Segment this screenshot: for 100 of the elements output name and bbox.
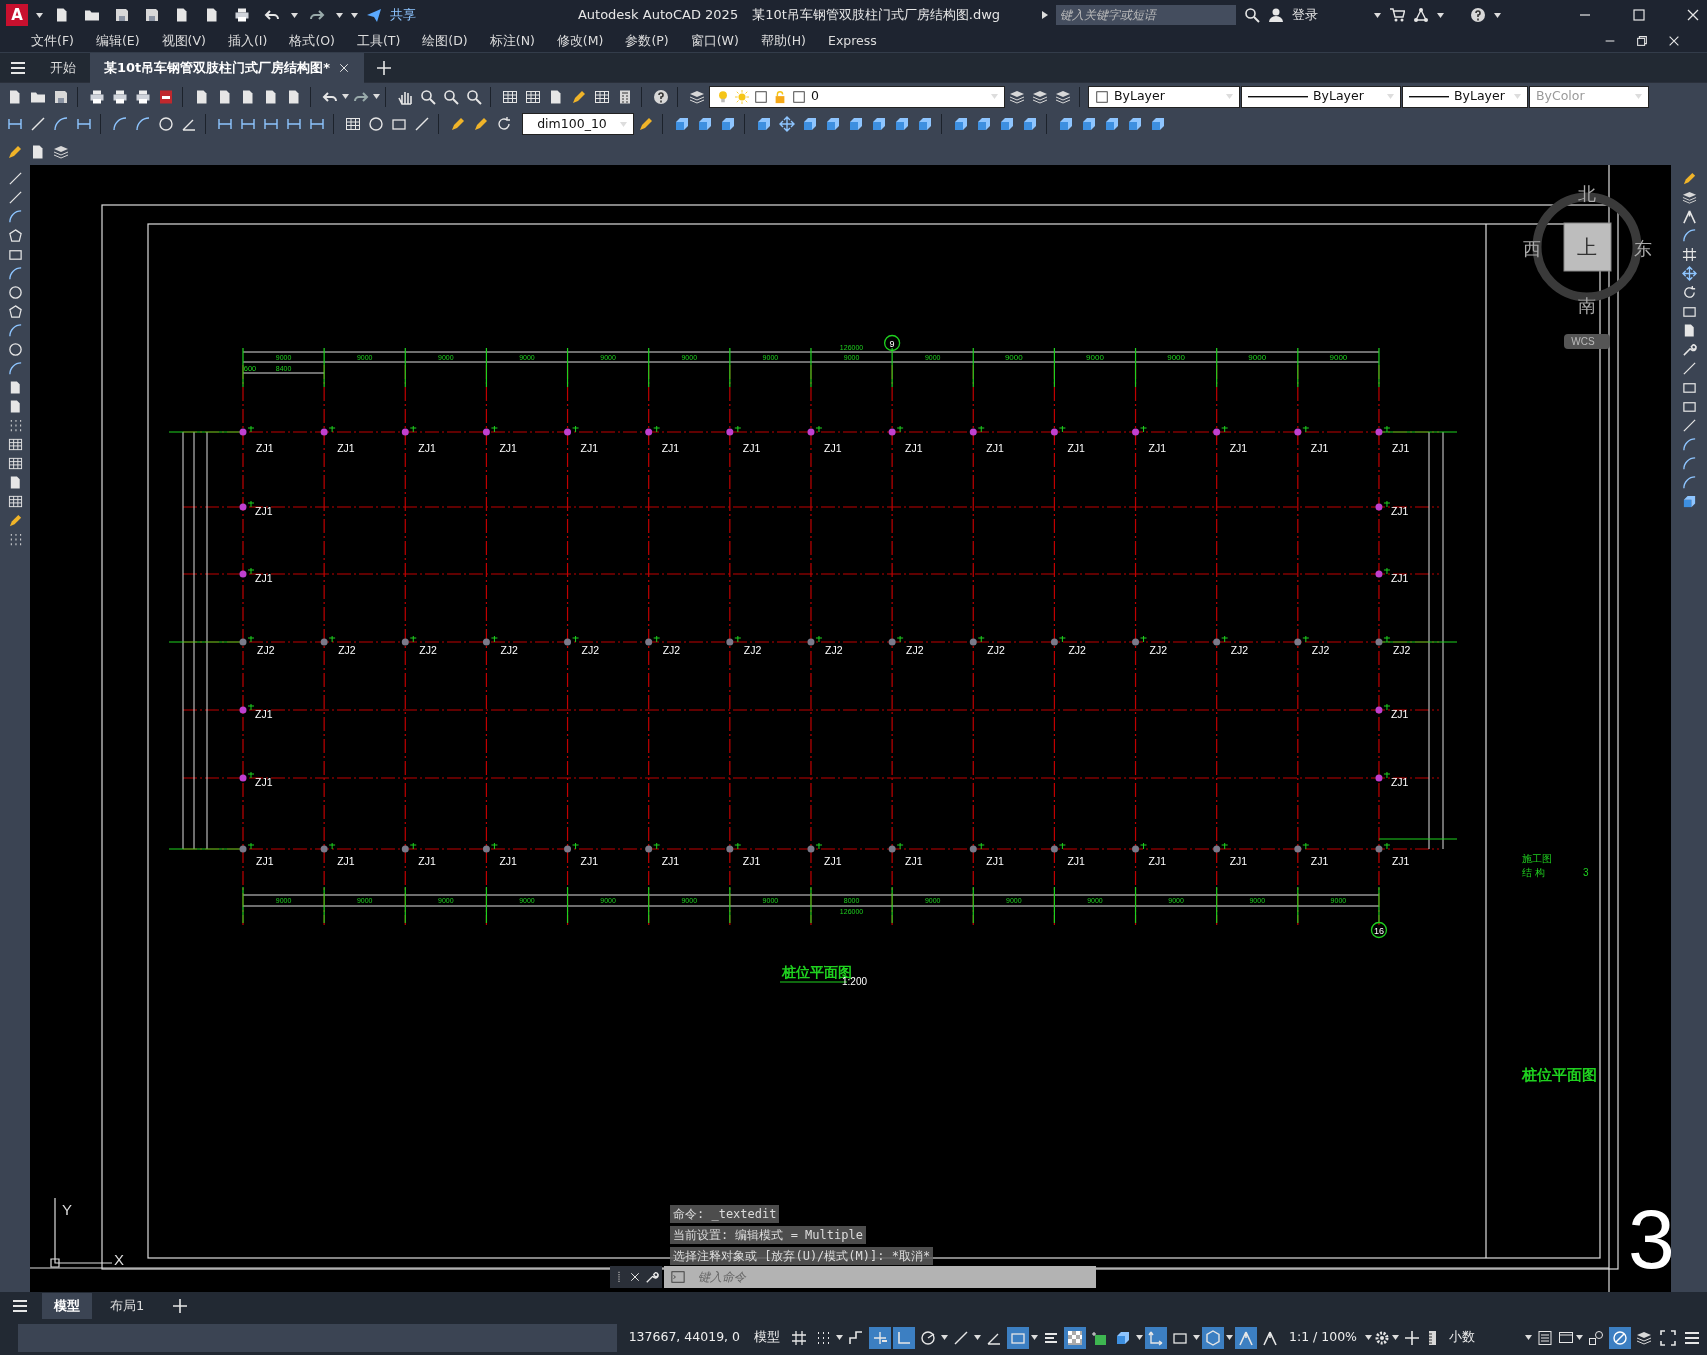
- caret-icon[interactable]: [941, 1335, 948, 1340]
- caret-icon[interactable]: [1525, 1335, 1532, 1340]
- wrench-icon[interactable]: [1681, 342, 1697, 357]
- rotate-icon[interactable]: [1681, 285, 1697, 300]
- pencil-icon[interactable]: [7, 513, 23, 528]
- menu-item[interactable]: 视图(V): [150, 31, 217, 51]
- dimension-icon[interactable]: [286, 116, 302, 132]
- document-tab[interactable]: 开始: [36, 52, 90, 83]
- gear-icon[interactable]: [1374, 1329, 1390, 1346]
- units-dropdown[interactable]: 小数: [1443, 1328, 1523, 1347]
- compass-label[interactable]: 南: [1578, 296, 1596, 316]
- polygon-icon[interactable]: [7, 304, 23, 319]
- arc-icon[interactable]: [7, 361, 23, 376]
- search-field[interactable]: 键入关键字或短语: [1056, 5, 1236, 25]
- cube-icon[interactable]: [953, 116, 969, 132]
- plus-icon[interactable]: [1404, 1329, 1420, 1346]
- rotate-icon[interactable]: [496, 116, 512, 132]
- arc-icon[interactable]: [7, 266, 23, 281]
- plus-icon[interactable]: [172, 1298, 189, 1314]
- polygon-icon[interactable]: [7, 228, 23, 243]
- document-icon[interactable]: [548, 88, 564, 105]
- document-icon[interactable]: [217, 88, 233, 105]
- cube-icon[interactable]: [1127, 116, 1143, 132]
- close-icon[interactable]: [338, 61, 351, 74]
- grid-icon[interactable]: [1681, 247, 1697, 262]
- menu-item[interactable]: 窗口(W): [679, 31, 750, 51]
- rectangle-icon[interactable]: [1007, 1326, 1029, 1349]
- layout-tab[interactable]: 布局1: [98, 1293, 157, 1319]
- document-icon[interactable]: [240, 88, 256, 105]
- axes-icon[interactable]: [1145, 1326, 1167, 1349]
- document-icon[interactable]: [194, 88, 210, 105]
- search-icon[interactable]: [1244, 7, 1260, 23]
- document-icon[interactable]: [174, 7, 190, 23]
- dimension-icon[interactable]: [76, 116, 92, 132]
- help-icon[interactable]: [1470, 7, 1486, 23]
- cube-icon[interactable]: [1022, 116, 1038, 132]
- menu-item[interactable]: Express: [817, 31, 888, 51]
- cube-icon[interactable]: [871, 116, 887, 132]
- menu-item[interactable]: 文件(F): [20, 31, 85, 51]
- line-icon[interactable]: [1681, 418, 1697, 433]
- compass-label[interactable]: 北: [1578, 184, 1596, 204]
- caret-icon[interactable]: [1494, 12, 1501, 18]
- pdf-file-icon[interactable]: [158, 88, 174, 105]
- circle-icon[interactable]: [7, 285, 23, 300]
- cube-icon[interactable]: [1058, 116, 1074, 132]
- cube-icon[interactable]: [756, 116, 772, 132]
- rectangle-icon[interactable]: [1681, 304, 1697, 319]
- linetype-dropdown[interactable]: ByLayer: [1241, 85, 1401, 108]
- arc-icon[interactable]: [112, 116, 128, 132]
- caret-icon[interactable]: [336, 12, 343, 18]
- circle-icon[interactable]: [7, 342, 23, 357]
- rectangle-icon[interactable]: [1681, 380, 1697, 395]
- cube-icon[interactable]: [1081, 116, 1097, 132]
- caret-icon[interactable]: [1365, 1335, 1372, 1340]
- cube-icon[interactable]: [976, 116, 992, 132]
- line-icon[interactable]: [7, 171, 23, 186]
- rectangle-icon[interactable]: [391, 116, 407, 132]
- cube-icon[interactable]: [825, 116, 841, 132]
- caret-icon[interactable]: [1392, 1335, 1399, 1340]
- wcs-menu[interactable]: WCS: [1564, 334, 1610, 349]
- cube-icon[interactable]: [917, 116, 933, 132]
- caret-icon[interactable]: [291, 12, 298, 18]
- cube-icon[interactable]: [674, 116, 690, 132]
- cube-icon[interactable]: [848, 116, 864, 132]
- paper-plane-icon[interactable]: [366, 7, 382, 23]
- expand-arrow-icon[interactable]: [1042, 11, 1048, 19]
- dimension-icon[interactable]: [263, 116, 279, 132]
- menu-item[interactable]: 工具(T): [345, 31, 412, 51]
- triangle-figure-icon[interactable]: [1681, 209, 1697, 224]
- crosshair-icon[interactable]: [869, 1326, 891, 1349]
- wrench-icon[interactable]: [645, 1270, 659, 1284]
- rectangle-icon[interactable]: [7, 247, 23, 262]
- table-icon[interactable]: [7, 456, 23, 471]
- cube-icon[interactable]: [1150, 116, 1166, 132]
- calculator-icon[interactable]: [617, 88, 633, 105]
- close-icon[interactable]: [1667, 34, 1681, 48]
- pencil-icon[interactable]: [638, 116, 654, 132]
- menu-item[interactable]: 绘图(D): [411, 31, 479, 51]
- layers-icon[interactable]: [1032, 88, 1048, 105]
- arc-icon[interactable]: [1681, 437, 1697, 452]
- list-icon[interactable]: [1537, 1329, 1553, 1346]
- document-icon[interactable]: [54, 7, 70, 23]
- zoom-icon[interactable]: [466, 88, 482, 105]
- zoom-icon[interactable]: [443, 88, 459, 105]
- menu-icon[interactable]: [10, 59, 26, 76]
- menu-item[interactable]: 编辑(E): [84, 31, 151, 51]
- cube-icon[interactable]: [894, 116, 910, 132]
- caret-icon[interactable]: [1374, 12, 1381, 18]
- arc-icon[interactable]: [1681, 475, 1697, 490]
- table-icon[interactable]: [594, 88, 610, 105]
- compass-label[interactable]: 东: [1634, 239, 1652, 259]
- document-icon[interactable]: [263, 88, 279, 105]
- move-icon[interactable]: [779, 116, 795, 132]
- window-icon[interactable]: [1558, 1329, 1574, 1346]
- caret-icon[interactable]: [373, 94, 380, 99]
- network-icon[interactable]: [1413, 7, 1429, 23]
- line-icon[interactable]: [1681, 361, 1697, 376]
- caret-icon[interactable]: [1031, 1335, 1038, 1340]
- pencil-icon[interactable]: [7, 143, 23, 160]
- cube-icon[interactable]: [1681, 494, 1697, 509]
